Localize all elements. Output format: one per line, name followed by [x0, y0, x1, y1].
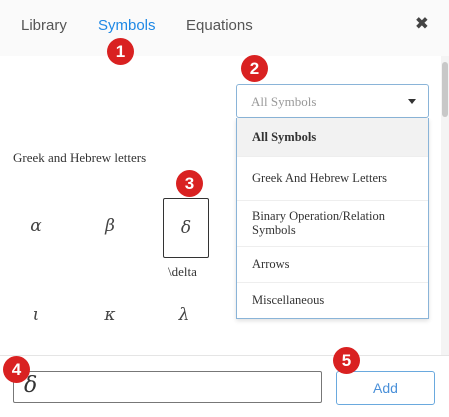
tab-symbols[interactable]: Symbols [98, 17, 156, 34]
step-badge-2: 2 [241, 55, 268, 82]
tab-bar: Library Symbols Equations ✖ [0, 0, 449, 56]
symbol-kappa[interactable]: κ [87, 292, 133, 338]
symbol-group-label: Greek and Hebrew letters [13, 150, 147, 165]
tab-equations[interactable]: Equations [186, 17, 253, 34]
step-badge-1: 1 [107, 38, 134, 65]
symbol-delta-selected[interactable]: δ [163, 198, 209, 258]
symbol-beta[interactable]: β [87, 203, 133, 249]
category-select-value: All Symbols [251, 94, 317, 109]
symbol-lambda[interactable]: λ [161, 292, 207, 338]
dropdown-option-greek[interactable]: Greek And Hebrew Letters [237, 156, 428, 200]
symbol-input[interactable]: δ [13, 371, 322, 403]
symbol-alpha[interactable]: α [13, 203, 59, 249]
dropdown-option-miscellaneous[interactable]: Miscellaneous [237, 282, 428, 318]
category-select[interactable]: All Symbols [236, 84, 429, 118]
tab-library[interactable]: Library [21, 17, 67, 34]
scrollbar-thumb[interactable] [442, 62, 448, 117]
category-dropdown: All Symbols Greek And Hebrew Letters Bin… [236, 118, 429, 319]
divider [0, 355, 449, 356]
step-badge-4: 4 [3, 356, 30, 383]
chevron-down-icon [408, 99, 416, 104]
step-badge-3: 3 [176, 170, 203, 197]
dropdown-option-binary-operation[interactable]: Binary Operation/Relation Symbols [237, 200, 428, 246]
add-button[interactable]: Add [336, 371, 435, 405]
close-icon[interactable]: ✖ [415, 14, 429, 34]
symbol-iota[interactable]: ι [13, 292, 59, 338]
dropdown-option-all-symbols[interactable]: All Symbols [237, 118, 428, 156]
dropdown-option-arrows[interactable]: Arrows [237, 246, 428, 282]
selected-symbol-caption: \delta [168, 264, 197, 279]
step-badge-5: 5 [333, 347, 360, 374]
